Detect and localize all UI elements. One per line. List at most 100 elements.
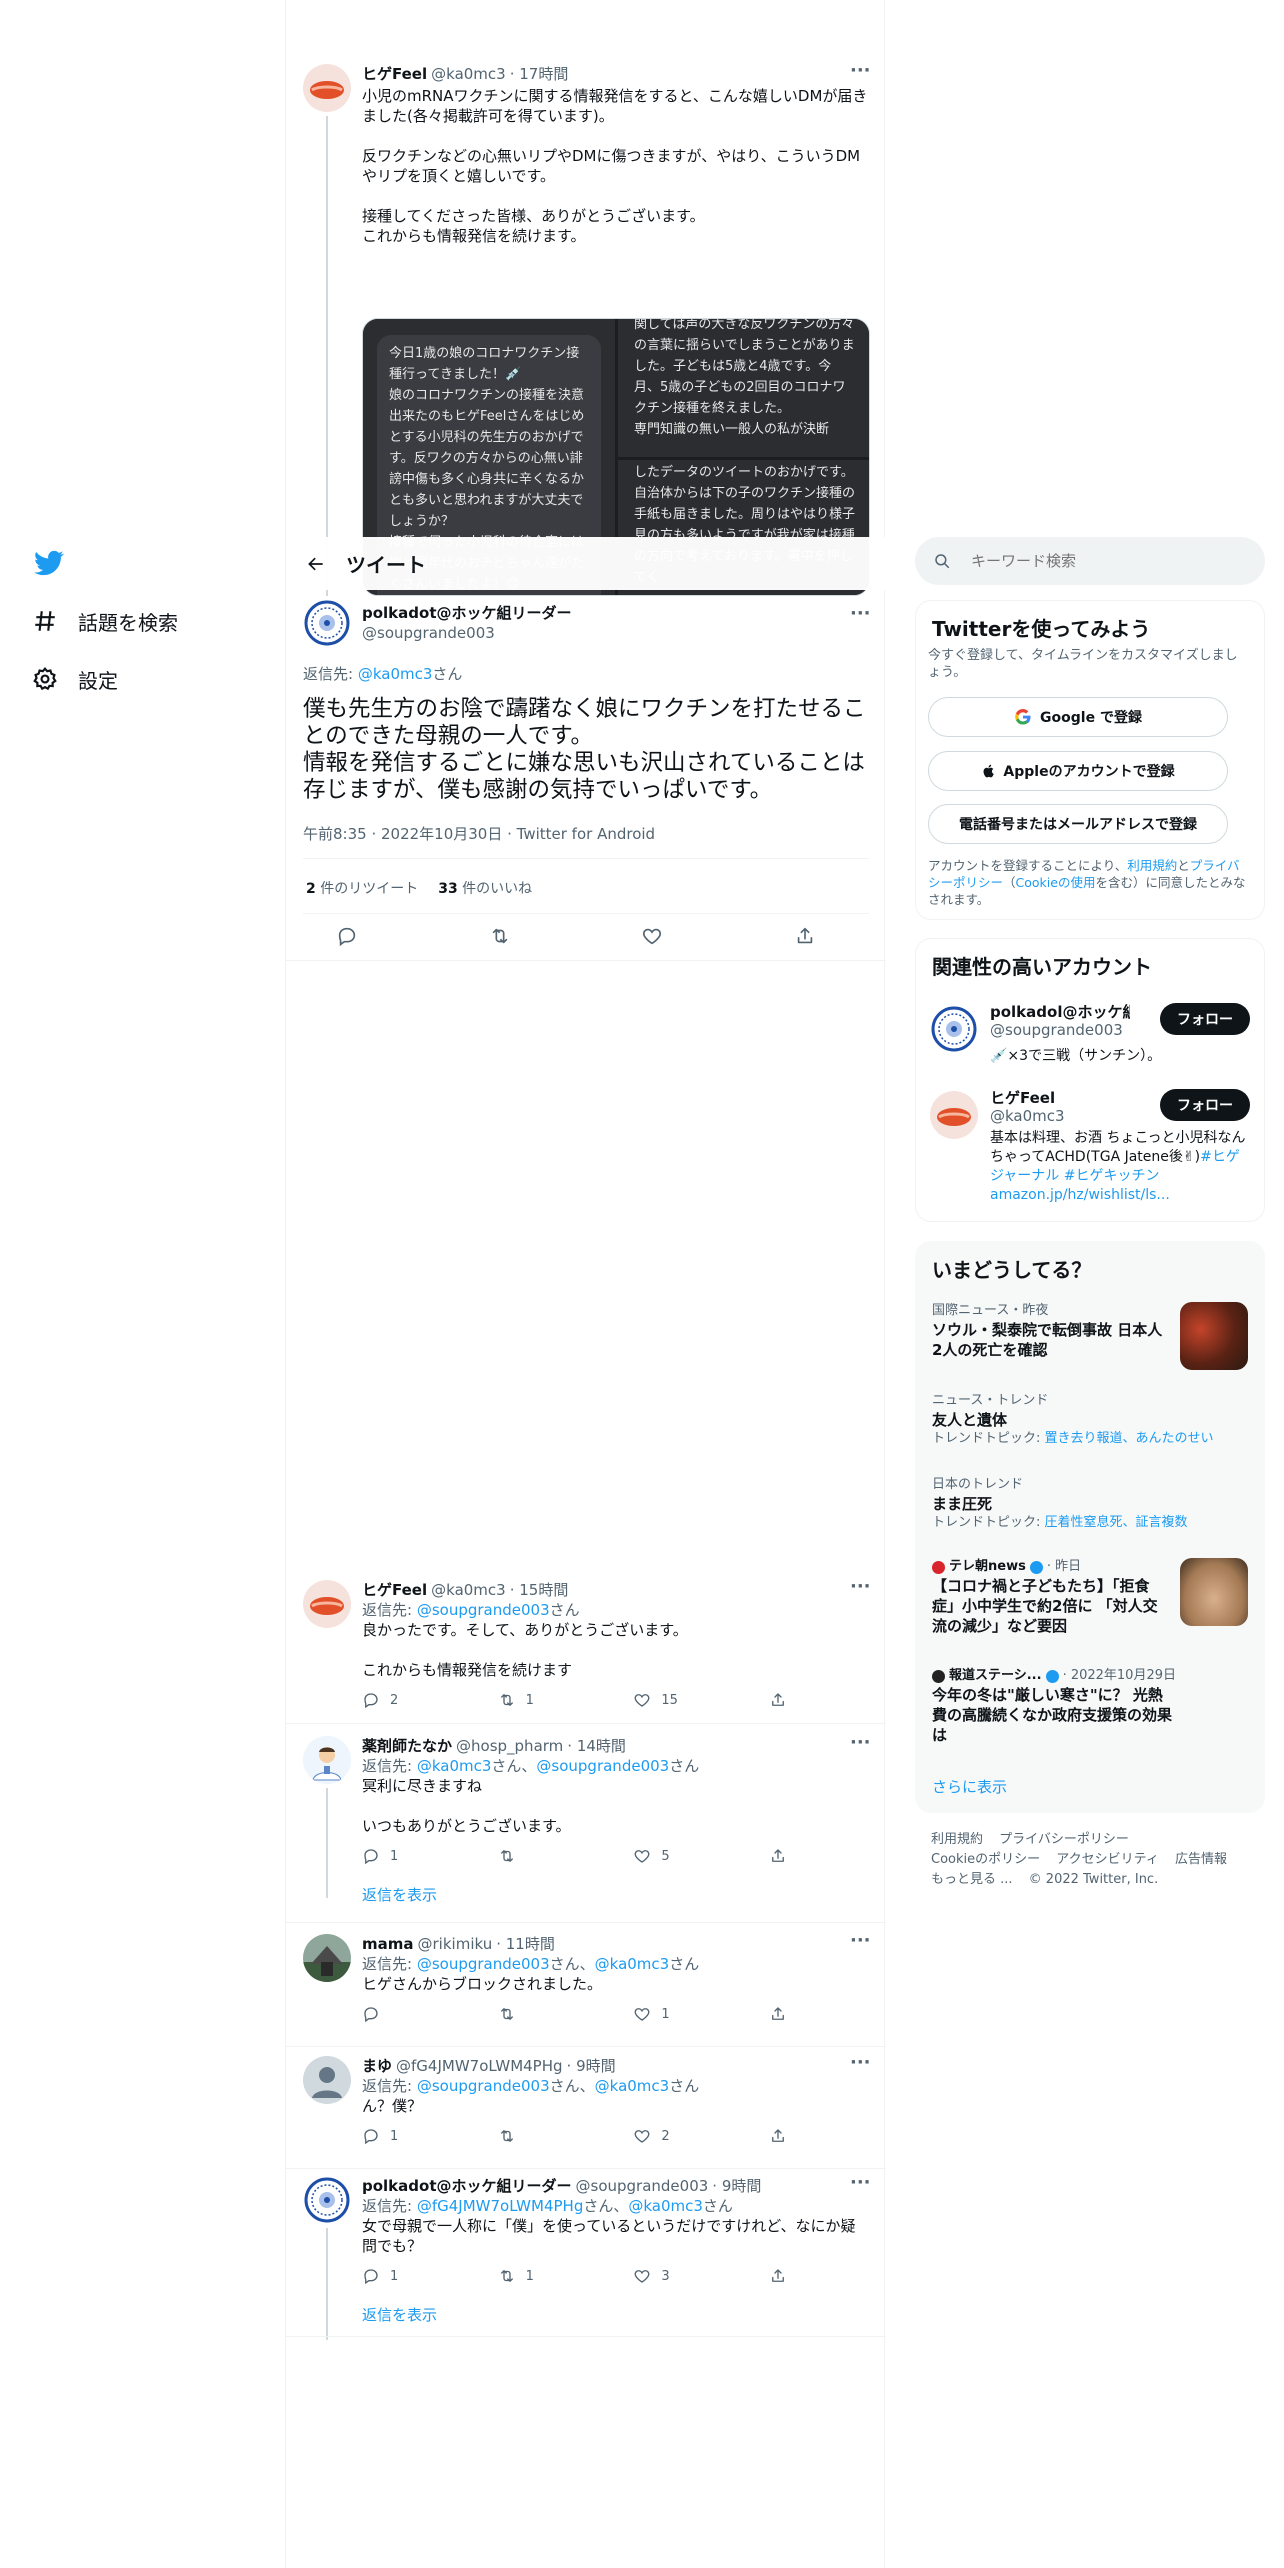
author-handle[interactable]: @hosp_pharm	[456, 1736, 563, 1756]
reply-to-link[interactable]: @ka0mc3	[358, 665, 433, 683]
reply-tweet[interactable]: まゆ @fG4JMW7oLWM4PHg · 9時間 返信先: @soupgran…	[286, 2054, 886, 2169]
author-name[interactable]: polkadot@ホッケ組リーダー	[362, 2176, 572, 2196]
more-options-icon[interactable]: ···	[850, 2054, 871, 2078]
tweet-time[interactable]: · 14時間	[567, 1736, 626, 1756]
show-replies-link[interactable]: 返信を表示	[362, 2304, 870, 2325]
footer-ads-link[interactable]: 広告情報	[1175, 1850, 1227, 1870]
more-options-icon[interactable]: ···	[850, 2174, 871, 2198]
more-options-icon[interactable]: ···	[850, 1578, 871, 1602]
account-row[interactable]: ヒゲFeel @ka0mc3 基本は料理、お酒 ちょこっと小児科なんちゃってAC…	[916, 1081, 1266, 1221]
reply-button[interactable]	[362, 2005, 422, 2023]
tweet-meta[interactable]: 午前8:35 · 2022年10月30日 · Twitter for Andro…	[303, 823, 655, 844]
terms-link[interactable]: 利用規約	[1127, 858, 1177, 873]
author-name[interactable]: polkadot@ホッケ組リーダー	[362, 603, 572, 623]
reply-to-link[interactable]: @soupgrande003	[417, 1955, 550, 1973]
author-handle[interactable]: @ka0mc3	[431, 64, 506, 84]
share-button[interactable]	[769, 1847, 787, 1865]
reply-to-link[interactable]: @fG4JMW7oLWM4PHg	[417, 2197, 584, 2215]
cookie-link[interactable]: Cookieの使用	[1016, 875, 1096, 890]
share-button[interactable]	[769, 2267, 787, 2285]
author-name[interactable]: まゆ	[362, 2056, 392, 2076]
reply-to-link[interactable]: @ka0mc3	[628, 2197, 703, 2215]
follow-button[interactable]: フォロー	[1160, 1003, 1250, 1035]
apple-signup-button[interactable]: Appleのアカウントで登録	[928, 751, 1228, 791]
follow-button[interactable]: フォロー	[1160, 1089, 1250, 1121]
reply-to-link[interactable]: @ka0mc3	[417, 1757, 492, 1775]
like-button[interactable]: 1	[633, 2005, 693, 2023]
reply-button[interactable]: 1	[362, 1847, 422, 1865]
like-icon[interactable]	[641, 925, 663, 947]
author-handle[interactable]: @ka0mc3	[431, 1580, 506, 1600]
footer-terms-link[interactable]: 利用規約	[931, 1830, 983, 1850]
avatar[interactable]	[930, 1005, 978, 1053]
reply-button[interactable]: 1	[362, 2267, 422, 2285]
reply-tweet[interactable]: ヒゲFeel @ka0mc3 · 15時間 返信先: @soupgrande00…	[286, 1578, 886, 1724]
tweet-time[interactable]: · 17時間	[510, 64, 569, 84]
tweet-time[interactable]: · 15時間	[510, 1580, 569, 1600]
account-name[interactable]: ヒゲFeel	[990, 1087, 1055, 1108]
nav-settings[interactable]: 設定	[32, 659, 118, 699]
retweet-button[interactable]: 1	[498, 2267, 558, 2285]
footer-cookie-link[interactable]: Cookieのポリシー	[931, 1850, 1040, 1870]
share-button[interactable]	[769, 1691, 787, 1709]
avatar[interactable]	[303, 64, 351, 112]
show-more-link[interactable]: さらに表示	[932, 1776, 1007, 1797]
trend-item[interactable]: ニュース・トレンド 友人と遺体 トレンドトピック: 置き去り報道、あんたのせい	[932, 1392, 1248, 1448]
share-button[interactable]	[769, 2127, 787, 2145]
reply-tweet[interactable]: mama @rikimiku · 11時間 返信先: @soupgrande00…	[286, 1932, 886, 2047]
avatar[interactable]	[303, 1580, 351, 1628]
reply-to-link[interactable]: @ka0mc3	[595, 2077, 670, 2095]
reply-tweet[interactable]: 薬剤師たなか @hosp_pharm · 14時間 返信先: @ka0mc3さん…	[286, 1734, 886, 1923]
reply-button[interactable]: 2	[362, 1691, 422, 1709]
reply-to-link[interactable]: @soupgrande003	[417, 1601, 550, 1619]
trend-item[interactable]: 報道ステーシ... · 2022年10月29日 今年の冬は"厳しい寒さ"に？ 光…	[932, 1667, 1248, 1745]
author-name[interactable]: ヒゲFeel	[362, 1580, 427, 1600]
more-options-icon[interactable]: ···	[850, 62, 871, 86]
account-row[interactable]: polkadol@ホッケ組... @soupgrande003 💉×3で三戦（サ…	[916, 995, 1266, 1095]
retweet-button[interactable]	[498, 2127, 558, 2145]
retweet-stat[interactable]: 2 件のリツイート	[306, 878, 418, 898]
more-options-icon[interactable]: ···	[850, 1734, 871, 1758]
reply-icon[interactable]	[336, 925, 358, 947]
tweet-time[interactable]: · 9時間	[712, 2176, 761, 2196]
avatar[interactable]	[930, 1091, 978, 1139]
retweet-icon[interactable]	[489, 925, 511, 947]
search-input[interactable]	[971, 552, 1231, 570]
tweet-time[interactable]: · 9時間	[567, 2056, 616, 2076]
back-arrow-icon[interactable]	[288, 537, 344, 590]
reply-to-link[interactable]: @ka0mc3	[595, 1955, 670, 1973]
phone-email-signup-button[interactable]: 電話番号またはメールアドレスで登録	[928, 804, 1228, 844]
search-box[interactable]	[915, 537, 1265, 585]
reply-to-link[interactable]: @soupgrande003	[417, 2077, 550, 2095]
google-signup-button[interactable]: Google で登録	[928, 697, 1228, 737]
trend-topic-link[interactable]: 圧着性窒息死、証言複数	[1045, 1515, 1188, 1530]
share-button[interactable]	[769, 2005, 787, 2023]
author-handle[interactable]: @rikimiku	[418, 1934, 493, 1954]
like-button[interactable]: 5	[633, 1847, 693, 1865]
show-replies-link[interactable]: 返信を表示	[362, 1884, 870, 1905]
trend-topic-link[interactable]: 置き去り報道、あんたのせい	[1045, 1431, 1214, 1446]
trend-item[interactable]: 国際ニュース・昨夜 ソウル・梨泰院で転倒事故 日本人2人の死亡を確認	[932, 1302, 1172, 1360]
author-handle[interactable]: @soupgrande003	[576, 2176, 709, 2196]
footer-more-link[interactable]: もっと見る ...	[931, 1870, 1013, 1890]
author-name[interactable]: 薬剤師たなか	[362, 1736, 452, 1756]
bio-link[interactable]: amazon.jp/hz/wishlist/ls...	[990, 1187, 1170, 1203]
share-icon[interactable]	[794, 925, 816, 947]
more-options-icon[interactable]: ···	[850, 1932, 871, 1956]
nav-explore[interactable]: 話題を検索	[32, 601, 178, 641]
trend-item[interactable]: テレ朝news · 昨日 【コロナ禍と子どもたち】「拒食症」小中学生で約2倍に …	[932, 1558, 1172, 1636]
retweet-button[interactable]: 1	[498, 1691, 558, 1709]
avatar[interactable]	[303, 2176, 351, 2224]
footer-privacy-link[interactable]: プライバシーポリシー	[999, 1830, 1129, 1850]
reply-button[interactable]: 1	[362, 2127, 422, 2145]
footer-accessibility-link[interactable]: アクセシビリティ	[1056, 1850, 1159, 1870]
avatar[interactable]	[303, 1736, 351, 1784]
reply-tweet[interactable]: polkadot@ホッケ組リーダー @soupgrande003 · 9時間 返…	[286, 2174, 886, 2340]
trend-item[interactable]: 日本のトレンド まま圧死 トレンドトピック: 圧着性窒息死、証言複数	[932, 1476, 1248, 1532]
author-handle[interactable]: @fG4JMW7oLWM4PHg	[396, 2056, 563, 2076]
twitter-logo-icon[interactable]	[32, 548, 66, 578]
retweet-button[interactable]	[498, 2005, 558, 2023]
avatar[interactable]	[303, 1934, 351, 1982]
avatar[interactable]	[303, 2056, 351, 2104]
more-options-icon[interactable]: ···	[850, 605, 871, 629]
